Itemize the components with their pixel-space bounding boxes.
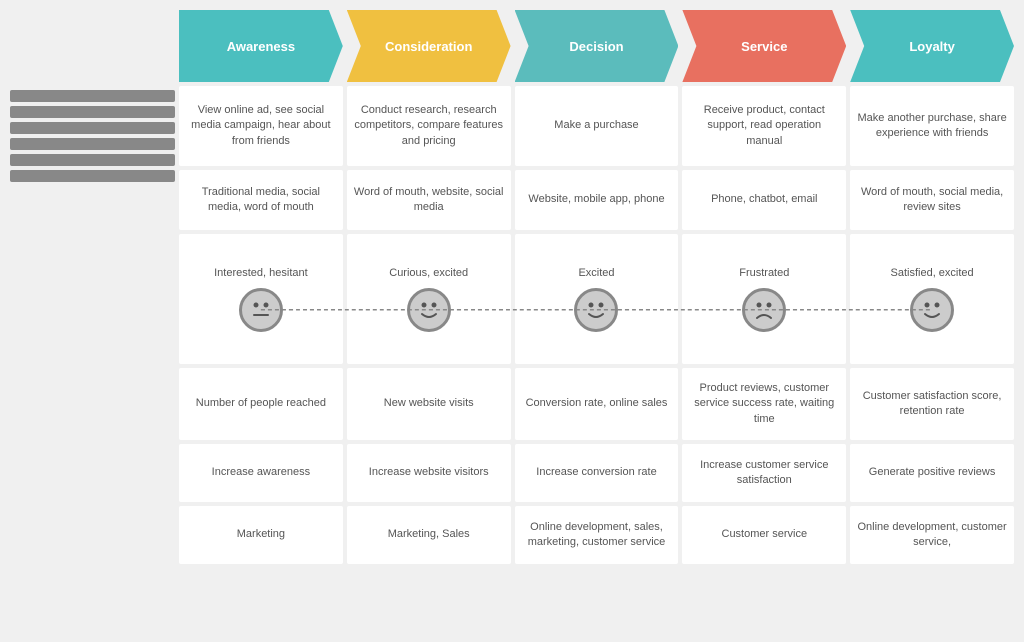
kpis-loyalty: Customer satisfaction score, retention r… xyxy=(850,368,1014,440)
actions-service: Receive product, contact support, read o… xyxy=(682,86,846,166)
stage-col-service: ServiceReceive product, contact support,… xyxy=(682,10,846,632)
touchpoints-service: Phone, chatbot, email xyxy=(682,170,846,230)
stage-col-loyalty: LoyaltyMake another purchase, share expe… xyxy=(850,10,1014,632)
goals-decision: Increase conversion rate xyxy=(515,444,679,502)
exp-text-decision: Excited xyxy=(578,266,614,281)
emoji-face-awareness xyxy=(239,288,283,332)
actions-awareness: View online ad, see social media campaig… xyxy=(179,86,343,166)
stage-col-awareness: AwarenessView online ad, see social medi… xyxy=(179,10,343,632)
teams-consideration: Marketing, Sales xyxy=(347,506,511,564)
experience-consideration: Curious, excited xyxy=(347,234,511,364)
touchpoints-decision: Website, mobile app, phone xyxy=(515,170,679,230)
experience-decision: Excited xyxy=(515,234,679,364)
label-experience xyxy=(10,122,175,134)
emoji-face-decision xyxy=(574,288,618,332)
main-container: AwarenessView online ad, see social medi… xyxy=(0,0,1024,642)
stage-header-service: Service xyxy=(682,10,846,82)
actions-consideration: Conduct research, research competitors, … xyxy=(347,86,511,166)
teams-decision: Online development, sales, marketing, cu… xyxy=(515,506,679,564)
label-touchpoints xyxy=(10,106,175,118)
touchpoints-loyalty: Word of mouth, social media, review site… xyxy=(850,170,1014,230)
exp-text-consideration: Curious, excited xyxy=(389,266,468,281)
emoji-face-loyalty xyxy=(910,288,954,332)
teams-service: Customer service xyxy=(682,506,846,564)
exp-text-service: Frustrated xyxy=(739,266,789,281)
label-goals xyxy=(10,154,175,166)
label-actions xyxy=(10,90,175,102)
label-teams xyxy=(10,170,175,182)
touchpoints-consideration: Word of mouth, website, social media xyxy=(347,170,511,230)
experience-loyalty: Satisfied, excited xyxy=(850,234,1014,364)
emoji-face-service xyxy=(742,288,786,332)
experience-service: Frustrated xyxy=(682,234,846,364)
label-column xyxy=(10,90,175,632)
exp-text-awareness: Interested, hesitant xyxy=(214,266,308,281)
goals-awareness: Increase awareness xyxy=(179,444,343,502)
emoji-face-consideration xyxy=(407,288,451,332)
stage-col-decision: DecisionMake a purchaseWebsite, mobile a… xyxy=(515,10,679,632)
stage-header-decision: Decision xyxy=(515,10,679,82)
actions-loyalty: Make another purchase, share experience … xyxy=(850,86,1014,166)
teams-awareness: Marketing xyxy=(179,506,343,564)
stage-header-consideration: Consideration xyxy=(347,10,511,82)
touchpoints-awareness: Traditional media, social media, word of… xyxy=(179,170,343,230)
kpis-consideration: New website visits xyxy=(347,368,511,440)
kpis-awareness: Number of people reached xyxy=(179,368,343,440)
kpis-service: Product reviews, customer service succes… xyxy=(682,368,846,440)
label-kpis xyxy=(10,138,175,150)
goals-consideration: Increase website visitors xyxy=(347,444,511,502)
exp-text-loyalty: Satisfied, excited xyxy=(891,266,974,281)
stage-col-consideration: ConsiderationConduct research, research … xyxy=(347,10,511,632)
goals-service: Increase customer service satisfaction xyxy=(682,444,846,502)
stage-header-awareness: Awareness xyxy=(179,10,343,82)
stage-header-loyalty: Loyalty xyxy=(850,10,1014,82)
teams-loyalty: Online development, customer service, xyxy=(850,506,1014,564)
kpis-decision: Conversion rate, online sales xyxy=(515,368,679,440)
goals-loyalty: Generate positive reviews xyxy=(850,444,1014,502)
experience-awareness: Interested, hesitant xyxy=(179,234,343,364)
actions-decision: Make a purchase xyxy=(515,86,679,166)
